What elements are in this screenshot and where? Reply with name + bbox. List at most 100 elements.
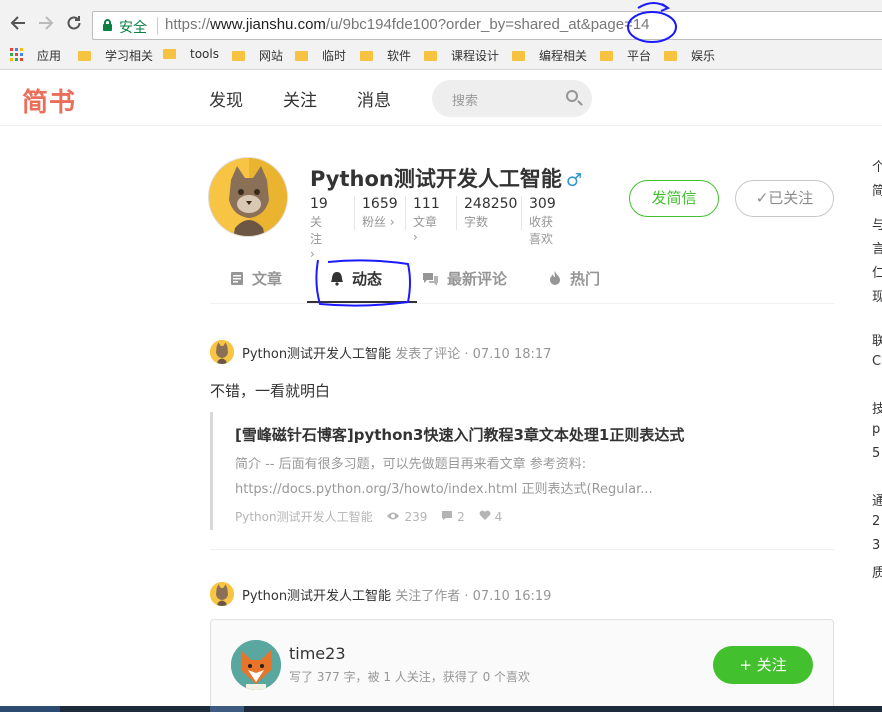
feed-action: 发表了评论 · 07.10 18:17 [395,347,552,362]
feed-item: Python测试开发人工智能 关注了作者 · 07.10 16:19 [210,582,834,612]
male-icon: ♂ [565,170,582,191]
sidebar-char: 通 [872,494,882,509]
stat-followers[interactable]: 1659 粉丝 › [354,196,398,230]
send-message-button[interactable]: 发简信 [629,180,719,217]
eye-icon [387,512,400,520]
cat-avatar-icon [209,158,287,236]
folder-icon [512,51,525,61]
stat-following[interactable]: 19 关注 › [310,196,328,261]
chat-icon [423,273,438,286]
bookmark-coding[interactable]: 编程相关 [512,47,587,64]
site-logo[interactable]: 简书 [22,82,76,119]
sidebar-char: 个 [872,160,882,175]
author-description: 写了 377 字，被 1 人关注，获得了 0 个喜欢 [289,670,531,684]
bookmark-label: 学习相关 [105,49,154,63]
search-input[interactable]: 搜索 [432,80,592,117]
stat-number: 248250 [464,196,518,212]
quoted-article-summary: 简介 -- 后面有很多习题，可以先做题目再来看文章 参考资料: https://d… [235,452,795,502]
taskbar-app[interactable] [0,706,60,712]
reload-button[interactable] [65,14,83,37]
stat-words: 248250 字数 [456,196,517,230]
summary-line: 简介 -- 后面有很多习题，可以先做题目再来看文章 参考资料: [235,457,587,472]
quoted-article[interactable]: [雪峰磁针石博客]python3快速入门教程3章文本处理1正则表达式 简介 --… [210,412,834,530]
bookmarks-bar: 应用 学习相关 tools 网站 临时 软件 课程设计 编程相关 平台 娱乐 [0,44,882,66]
url-text[interactable]: https://www.jianshu.com/u/9bc194fde100?o… [165,16,650,33]
right-sidebar-clipped: 个 简 与 言 仁 现 联 C 技 p 5 通 2 3 质 [872,156,882,586]
quoted-article-meta: Python测试开发人工智能 239 2 4 [235,508,502,525]
fox-avatar-icon [231,640,281,690]
stat-likes: 309 收获喜欢 [521,196,556,246]
follow-button[interactable]: + 关注 [713,646,813,684]
fire-icon [550,271,560,285]
profile-name-text: Python测试开发人工智能 [310,167,562,191]
stat-articles[interactable]: 111 文章 › [405,196,440,244]
tab-hot[interactable]: 热门 [548,268,600,289]
folder-icon [295,51,308,61]
avatar[interactable] [210,340,234,364]
summary-line: https://docs.python.org/3/howto/index.ht… [235,482,653,497]
sidebar-char: 3 [872,538,881,553]
nav-messages[interactable]: 消息 [357,86,391,111]
back-button[interactable] [9,14,27,37]
feed-author[interactable]: Python测试开发人工智能 [242,589,391,604]
nav-follow[interactable]: 关注 [283,86,317,111]
author-name[interactable]: time23 [289,644,346,663]
feed-divider [210,549,834,550]
bookmark-apps[interactable]: 应用 [37,47,61,64]
arrow-left-icon [10,16,25,30]
bookmark-sites[interactable]: 网站 [232,47,283,64]
feed-author[interactable]: Python测试开发人工智能 [242,347,391,362]
bookmark-label: 软件 [387,49,412,63]
bookmark-temp[interactable]: 临时 [295,47,346,64]
tab-label: 热门 [570,270,601,288]
apps-grid-icon[interactable] [10,48,24,62]
comment-icon [442,511,453,520]
browser-chrome: 安全 https://www.jianshu.com/u/9bc194fde10… [0,0,882,70]
address-bar[interactable]: 安全 https://www.jianshu.com/u/9bc194fde10… [92,11,882,40]
feed-meta: Python测试开发人工智能 关注了作者 · 07.10 16:19 [242,585,551,604]
bookmark-label: 课程设计 [451,49,500,63]
nav-discover[interactable]: 发现 [209,86,243,111]
quoted-article-title[interactable]: [雪峰磁针石博客]python3快速入门教程3章文本处理1正则表达式 [235,424,684,445]
bookmark-platform[interactable]: 平台 [600,47,651,64]
bookmark-tools[interactable]: tools [163,47,219,61]
comment-count: 2 [457,510,465,524]
sidebar-char: 2 [872,514,881,529]
bookmark-study[interactable]: 学习相关 [78,47,153,64]
search-icon[interactable] [566,90,578,102]
avatar[interactable] [210,582,234,606]
bookmark-label: 平台 [627,49,652,63]
site-header: 简书 发现 关注 消息 搜索 [0,70,882,126]
bookmark-label: 娱乐 [691,49,716,63]
stat-number: 111 [413,196,440,212]
forward-button[interactable] [37,14,55,37]
bookmark-fun[interactable]: 娱乐 [664,47,715,64]
search-placeholder: 搜索 [452,94,479,109]
url-path: /u/9bc194fde100?order_by=shared_at&page=… [325,16,650,33]
tab-articles[interactable]: 文章 [230,268,282,289]
avatar[interactable] [231,640,281,690]
avatar[interactable] [208,157,288,237]
sidebar-char: 与 [872,218,882,233]
sidebar-char: 现 [872,290,882,305]
pen-annotation [315,259,411,307]
folder-icon [360,51,373,61]
sidebar-char: p [872,422,881,437]
bookmark-software[interactable]: 软件 [360,47,411,64]
followed-author-card: time23 写了 377 字，被 1 人关注，获得了 0 个喜欢 + 关注 [210,619,834,709]
url-host: www.jianshu.com [210,16,326,33]
feed-meta: Python测试开发人工智能 发表了评论 · 07.10 18:17 [242,343,551,362]
url-scheme: https:// [165,16,211,33]
quoted-author[interactable]: Python测试开发人工智能 [235,510,373,524]
bookmark-label: tools [190,47,219,61]
arrow-right-icon [39,16,54,30]
sidebar-char: 质 [872,566,882,581]
tab-latest-comments[interactable]: 最新评论 [422,268,507,289]
folder-icon [78,51,91,61]
folder-icon [664,51,677,61]
bookmark-course[interactable]: 课程设计 [424,47,499,64]
taskbar-app[interactable] [210,706,244,712]
sidebar-char: C [872,354,882,369]
feed-item: Python测试开发人工智能 发表了评论 · 07.10 18:17 不错，一看… [210,340,834,540]
followed-button[interactable]: ✓已关注 [735,180,834,217]
